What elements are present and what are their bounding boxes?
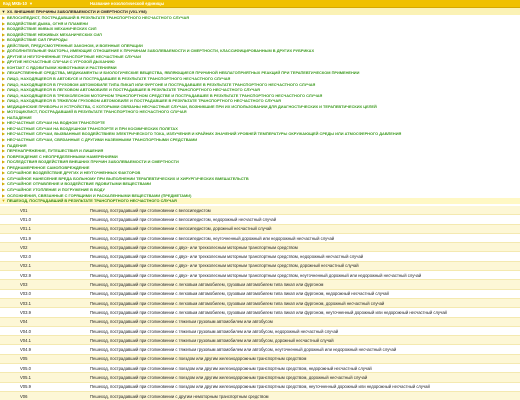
table-row[interactable]: V06 Пешеход, пострадавший при столкновени…: [0, 391, 520, 400]
sort-arrow-down-icon[interactable]: ▼: [29, 1, 33, 6]
icd10-tree-grid: Код МКБ-10 ▼ Название нозологической еди…: [0, 0, 520, 400]
column-header-code-label: Код МКБ-10: [3, 1, 27, 6]
row-description: Пешеход, пострадавший при столкновении с…: [90, 235, 335, 241]
row-code: V01.9: [20, 235, 31, 241]
row-description: Пешеход, пострадавший при столкновении с…: [90, 216, 277, 222]
row-description: Пешеход, пострадавший при столкновении с…: [90, 384, 430, 390]
table-row[interactable]: V05.0 Пешеход, пострадавший при столкнове…: [0, 364, 520, 374]
grid-header: Код МКБ-10 ▼ Название нозологической еди…: [0, 0, 520, 8]
row-code: V01.0: [20, 216, 31, 222]
row-description: Пешеход, пострадавший при столкновении с…: [90, 244, 298, 250]
column-header-name-label: Название нозологической единицы: [90, 1, 165, 6]
row-description: Пешеход, пострадавший при столкновении с…: [90, 263, 359, 269]
table-row[interactable]: V02.1 Пешеход, пострадавший при столкнове…: [0, 261, 520, 272]
row-code: V04.9: [20, 347, 31, 353]
table-row[interactable]: V04.9 Пешеход, пострадавший при столкнове…: [0, 345, 520, 355]
row-description: Пешеход, пострадавший при столкновении с…: [90, 254, 364, 260]
row-description: Пешеход, пострадавший при столкновении с…: [90, 347, 397, 353]
row-code: V05.9: [20, 384, 31, 390]
row-description: Пешеход, пострадавший при столкновении с…: [90, 309, 447, 315]
table-row[interactable]: V03.1 Пешеход, пострадавший при столкнове…: [0, 298, 520, 309]
tree-node-open-label: ПЕШЕХОД, ПОСТРАДАВШИЙ В РЕЗУЛЬТАТЕ ТРАНС…: [7, 198, 177, 204]
row-code: V02.9: [20, 272, 31, 278]
row-description: Пешеход, пострадавший при столкновении с…: [90, 319, 273, 325]
table-row[interactable]: V01.0 Пешеход, пострадавший при столкнове…: [0, 215, 520, 225]
tree-node-top-label: XX. ВНЕШНИЕ ПРИЧИНЫ ЗАБОЛЕВАЕМОСТИ И СМЕ…: [7, 8, 147, 14]
table-row[interactable]: V04 Пешеход, пострадавший при столкновени…: [0, 317, 520, 327]
row-code: V01: [20, 207, 28, 213]
tree-node-category-label: МОТОЦИКЛИСТ, ПОСТРАДАВШИЙ В РЕЗУЛЬТАТЕ Т…: [7, 109, 187, 115]
row-description: Пешеход, пострадавший при столкновении с…: [90, 282, 324, 288]
table-row[interactable]: V01.9 Пешеход, пострадавший при столкнове…: [0, 233, 520, 244]
tree-node-open[interactable]: ▼ ПЕШЕХОД, ПОСТРАДАВШИЙ В РЕЗУЛЬТАТЕ ТРА…: [0, 198, 520, 204]
row-code: V05.1: [20, 374, 31, 380]
row-description: Пешеход, пострадавший при столкновении с…: [90, 300, 385, 306]
row-code: V04: [20, 319, 28, 325]
table-row[interactable]: V05.1 Пешеход, пострадавший при столкнове…: [0, 373, 520, 383]
row-description: Пешеход, пострадавший при столкновении с…: [90, 272, 422, 278]
table-row[interactable]: V01 Пешеход, пострадавший при столкновени…: [0, 206, 520, 216]
column-header-name[interactable]: Название нозологической единицы: [60, 1, 520, 6]
table-row[interactable]: V05.9 Пешеход, пострадавший при столкнове…: [0, 382, 520, 392]
table-row[interactable]: V02.9 Пешеход, пострадавший при столкнове…: [0, 271, 520, 281]
table-row[interactable]: V03 Пешеход, пострадавший при столкновени…: [0, 280, 520, 290]
tree-node-category-label: НЕСЧАСТНЫЕ СЛУЧАИ, СВЯЗАННЫЕ С ДРУГИМИ Н…: [7, 137, 198, 143]
code-table: V01 Пешеход, пострадавший при столкновени…: [0, 206, 520, 400]
category-tree: ▼ XX. ВНЕШНИЕ ПРИЧИНЫ ЗАБОЛЕВАЕМОСТИ И С…: [0, 8, 520, 204]
tree-node-top[interactable]: ▼ XX. ВНЕШНИЕ ПРИЧИНЫ ЗАБОЛЕВАЕМОСТИ И С…: [0, 8, 520, 15]
row-code: V04.1: [20, 337, 31, 343]
column-header-code[interactable]: Код МКБ-10 ▼: [0, 1, 60, 6]
row-code: V05.0: [20, 365, 31, 371]
row-description: Пешеход, пострадавший при столкновении с…: [90, 337, 334, 343]
row-description: Пешеход, пострадавший при столкновении с…: [90, 226, 272, 232]
row-code: V03.0: [20, 291, 31, 297]
row-description: Пешеход, пострадавший при столкновении с…: [90, 328, 339, 334]
row-code: V06: [20, 393, 28, 399]
row-code: V02: [20, 244, 28, 250]
row-code: V04.0: [20, 328, 31, 334]
table-row[interactable]: V03.0 Пешеход, пострадавший при столкнове…: [0, 289, 520, 299]
row-code: V03.1: [20, 300, 31, 306]
row-description: Пешеход, пострадавший при столкновении с…: [90, 374, 368, 380]
table-row[interactable]: V04.1 Пешеход, пострадавший при столкнове…: [0, 336, 520, 346]
row-code: V05: [20, 356, 28, 362]
row-code: V01.1: [20, 226, 31, 232]
table-row[interactable]: V05 Пешеход, пострадавший при столкновени…: [0, 354, 520, 365]
table-row[interactable]: V04.0 Пешеход, пострадавший при столкнове…: [0, 326, 520, 337]
row-description: Пешеход, пострадавший при столкновении с…: [90, 207, 211, 213]
row-code: V03: [20, 282, 28, 288]
row-code: V02.0: [20, 254, 31, 260]
table-row[interactable]: V02.0 Пешеход, пострадавший при столкнове…: [0, 252, 520, 262]
table-row[interactable]: V03.9 Пешеход, пострадавший при столкнове…: [0, 308, 520, 318]
row-description: Пешеход, пострадавший при столкновении с…: [90, 291, 389, 297]
table-row[interactable]: V02 Пешеход, пострадавший при столкновени…: [0, 243, 520, 253]
category-list: ▶ ВЕЛОСИПЕДИСТ, ПОСТРАДАВШИЙ В РЕЗУЛЬТАТЕ…: [0, 15, 520, 198]
row-code: V03.9: [20, 309, 31, 315]
row-code: V02.1: [20, 263, 31, 269]
table-row[interactable]: V01.1 Пешеход, пострадавший при столкнове…: [0, 224, 520, 234]
row-description: Пешеход, пострадавший при столкновении с…: [90, 356, 307, 362]
row-description: Пешеход, пострадавший при столкновении с…: [90, 393, 269, 399]
row-description: Пешеход, пострадавший при столкновении с…: [90, 365, 372, 371]
